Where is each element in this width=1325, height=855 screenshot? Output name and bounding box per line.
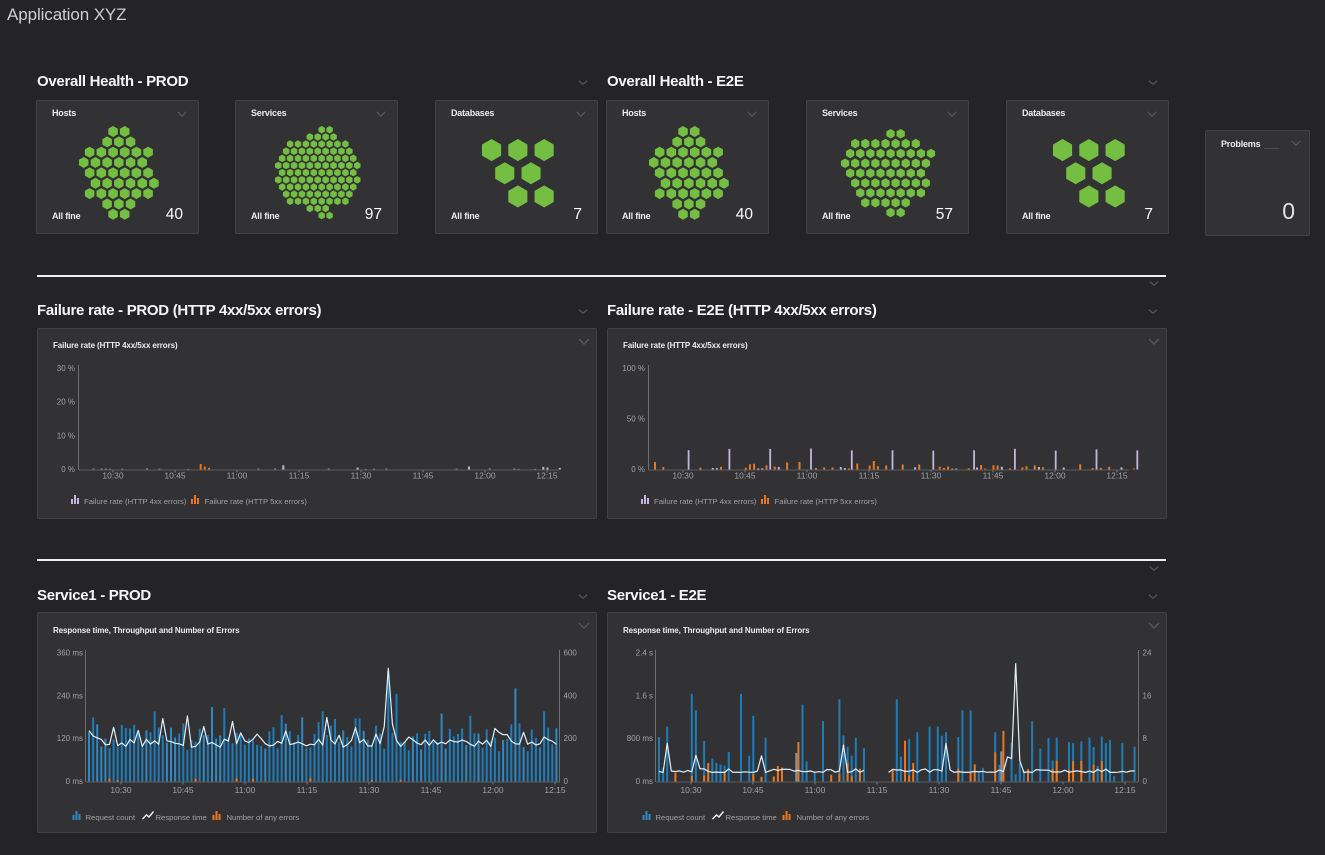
- svg-text:11:45: 11:45: [421, 785, 442, 795]
- svg-text:12:00: 12:00: [1044, 471, 1066, 481]
- svg-text:10:30: 10:30: [672, 471, 694, 481]
- svg-text:11:00: 11:00: [235, 785, 256, 795]
- svg-text:Failure rate (HTTP 4xx/5xx err: Failure rate (HTTP 4xx/5xx errors): [53, 341, 178, 350]
- svg-text:30 %: 30 %: [57, 364, 75, 373]
- svg-text:10:45: 10:45: [734, 471, 756, 481]
- svg-text:0 ms: 0 ms: [636, 777, 653, 786]
- svg-text:11:15: 11:15: [859, 471, 880, 481]
- svg-text:10:45: 10:45: [164, 471, 186, 481]
- svg-text:800 ms: 800 ms: [627, 734, 653, 743]
- svg-text:20 %: 20 %: [57, 398, 75, 407]
- svg-text:50 %: 50 %: [627, 415, 645, 424]
- svg-text:10:30: 10:30: [102, 471, 124, 481]
- svg-text:11:00: 11:00: [797, 471, 818, 481]
- svg-text:0 %: 0 %: [61, 465, 75, 474]
- svg-text:360 ms: 360 ms: [57, 649, 83, 658]
- svg-text:Response time: Response time: [156, 813, 207, 822]
- svg-text:11:15: 11:15: [297, 785, 318, 795]
- svg-text:Failure rate (HTTP 4xx errors): Failure rate (HTTP 4xx errors): [84, 497, 187, 506]
- svg-text:11:30: 11:30: [921, 471, 942, 481]
- svg-text:11:15: 11:15: [289, 471, 310, 481]
- svg-text:10:45: 10:45: [742, 785, 764, 795]
- svg-text:0 ms: 0 ms: [66, 777, 83, 786]
- svg-text:11:30: 11:30: [359, 785, 380, 795]
- svg-text:11:30: 11:30: [929, 785, 950, 795]
- svg-text:Request count: Request count: [656, 813, 706, 822]
- svg-text:10:30: 10:30: [110, 785, 132, 795]
- svg-text:Number of any errors: Number of any errors: [227, 813, 300, 822]
- svg-text:24: 24: [1143, 649, 1152, 658]
- svg-text:1.6 s: 1.6 s: [636, 691, 653, 700]
- svg-text:11:15: 11:15: [867, 785, 888, 795]
- svg-text:12:00: 12:00: [482, 785, 504, 795]
- svg-text:11:30: 11:30: [351, 471, 372, 481]
- svg-text:Number of any errors: Number of any errors: [797, 813, 870, 822]
- svg-text:11:45: 11:45: [413, 471, 434, 481]
- svg-text:0: 0: [1143, 777, 1148, 786]
- svg-text:200: 200: [564, 734, 578, 743]
- svg-text:12:15: 12:15: [1114, 785, 1136, 795]
- svg-text:400: 400: [564, 691, 578, 700]
- svg-text:10 %: 10 %: [57, 431, 75, 440]
- svg-text:10:30: 10:30: [680, 785, 702, 795]
- svg-text:100 %: 100 %: [622, 364, 645, 373]
- svg-text:11:45: 11:45: [983, 471, 1004, 481]
- svg-text:Request count: Request count: [86, 813, 136, 822]
- svg-text:120 ms: 120 ms: [57, 734, 83, 743]
- svg-text:12:15: 12:15: [544, 785, 566, 795]
- svg-text:600: 600: [564, 649, 578, 658]
- svg-text:12:00: 12:00: [1052, 785, 1074, 795]
- svg-text:240 ms: 240 ms: [57, 691, 83, 700]
- svg-text:Failure rate (HTTP 4xx errors): Failure rate (HTTP 4xx errors): [654, 497, 757, 506]
- svg-text:Failure rate (HTTP 5xx errors): Failure rate (HTTP 5xx errors): [775, 497, 878, 506]
- svg-text:11:00: 11:00: [227, 471, 248, 481]
- svg-text:11:00: 11:00: [805, 785, 826, 795]
- svg-text:11:45: 11:45: [991, 785, 1012, 795]
- svg-text:Failure rate (HTTP 5xx errors): Failure rate (HTTP 5xx errors): [205, 497, 308, 506]
- svg-text:Response time, Throughput and: Response time, Throughput and Number of …: [623, 626, 810, 635]
- svg-text:10:45: 10:45: [172, 785, 194, 795]
- svg-text:Response time: Response time: [726, 813, 777, 822]
- svg-text:12:15: 12:15: [536, 471, 558, 481]
- svg-text:8: 8: [1143, 734, 1148, 743]
- svg-text:0 %: 0 %: [631, 465, 645, 474]
- svg-text:12:00: 12:00: [474, 471, 496, 481]
- svg-text:2.4 s: 2.4 s: [636, 649, 653, 658]
- svg-text:Response time, Throughput and: Response time, Throughput and Number of …: [53, 626, 240, 635]
- svg-text:12:15: 12:15: [1106, 471, 1128, 481]
- svg-text:Failure rate (HTTP 4xx/5xx err: Failure rate (HTTP 4xx/5xx errors): [623, 341, 748, 350]
- svg-text:16: 16: [1143, 691, 1152, 700]
